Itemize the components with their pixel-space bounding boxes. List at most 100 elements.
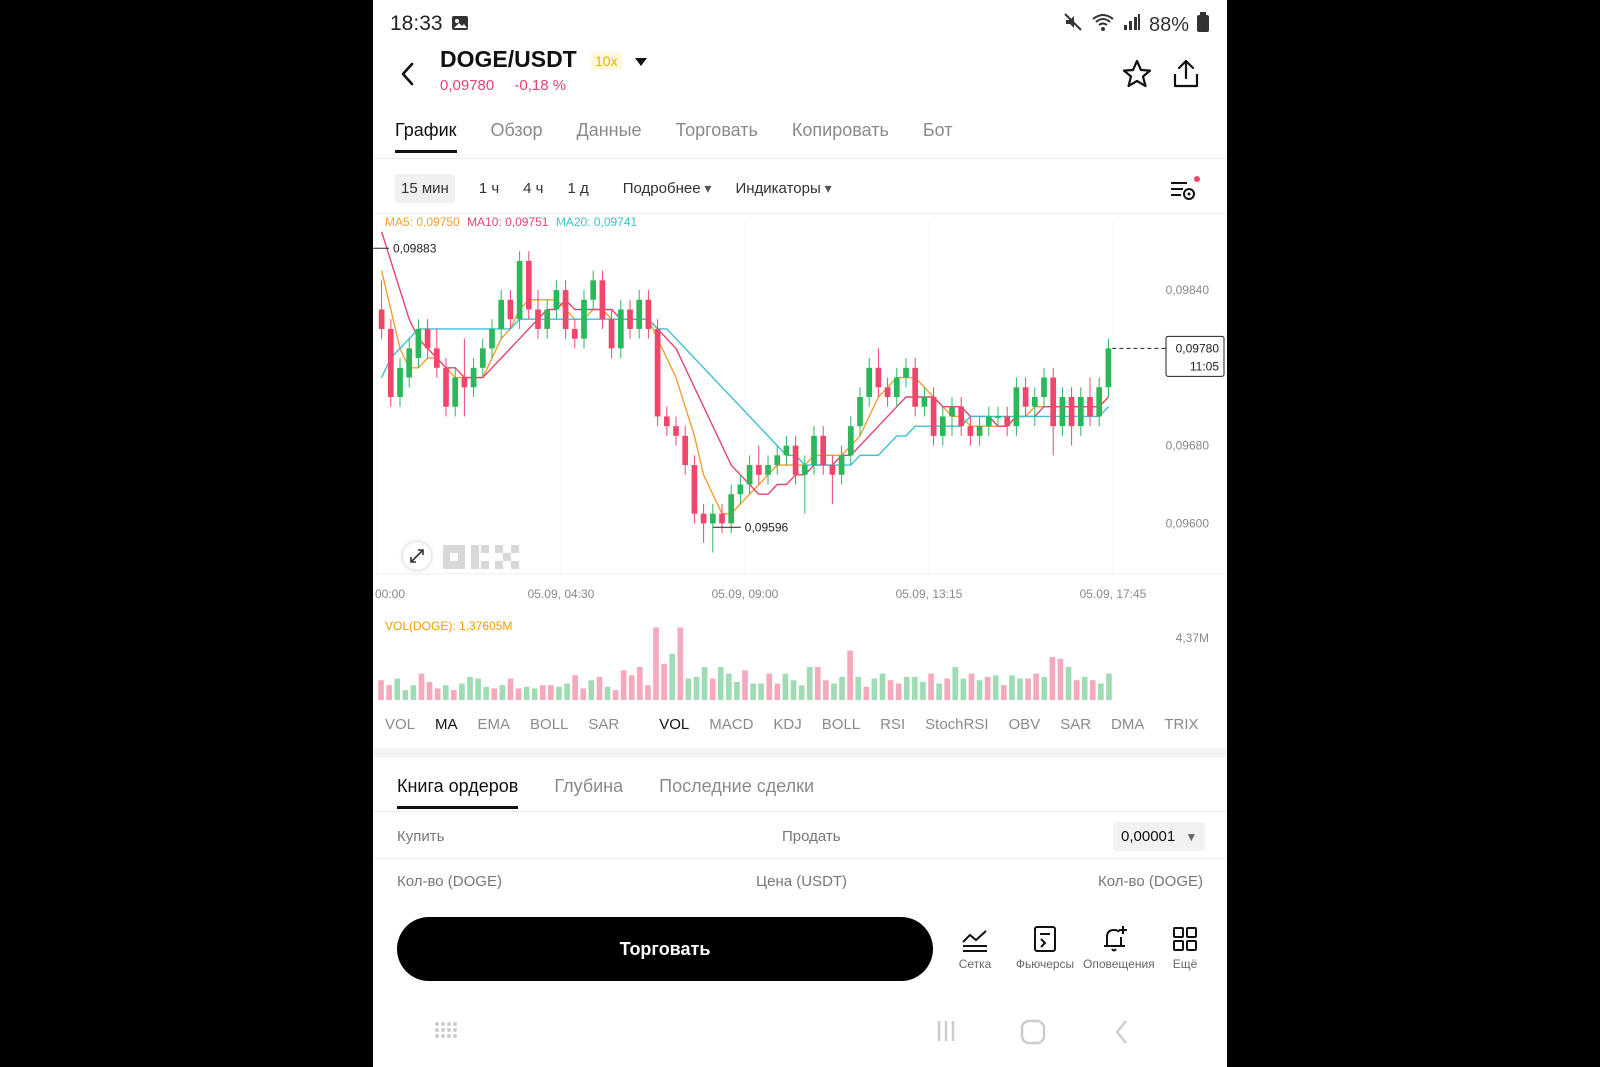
volume-bar <box>1025 678 1031 700</box>
tab-overview[interactable]: Обзор <box>491 120 543 141</box>
ind-sub-kdj[interactable]: KDJ <box>773 716 801 733</box>
tab-trade[interactable]: Торговать <box>676 120 758 141</box>
ind-sub-sar[interactable]: SAR <box>1060 716 1091 733</box>
tab-depth[interactable]: Глубина <box>554 776 623 797</box>
volume-bar <box>968 673 975 700</box>
volume-bar <box>515 688 522 700</box>
col-qty-left: Кол-во (DOGE) <box>397 873 502 890</box>
timeframe-1d[interactable]: 1 д <box>567 180 588 197</box>
tab-recent-trades[interactable]: Последние сделки <box>659 776 814 797</box>
more-label: Ещё <box>1172 957 1198 971</box>
chevron-down-icon: ▼ <box>1185 830 1198 844</box>
candle-body <box>443 367 449 407</box>
recent-apps-icon[interactable] <box>933 1018 959 1049</box>
grid-bot-button[interactable]: Сетка <box>943 924 1007 971</box>
volume-bar <box>839 676 845 700</box>
tab-chart[interactable]: График <box>395 120 457 153</box>
trade-button[interactable]: Торговать <box>397 917 933 981</box>
star-icon[interactable] <box>1121 58 1153 95</box>
volume-bar <box>936 683 942 700</box>
candle-body <box>985 416 992 427</box>
orderbook-divider <box>373 811 1227 812</box>
volume-bar <box>539 685 546 700</box>
futures-button[interactable]: Фьючерсы <box>1013 924 1077 971</box>
volume-chart[interactable]: 4,37M <box>373 612 1227 702</box>
orderbook-tabs: Книга ордеров Глубина Последние сделки <box>397 776 814 809</box>
candle-body <box>709 513 716 524</box>
app-drawer-icon[interactable] <box>433 1018 457 1047</box>
candle-body <box>893 377 900 397</box>
candle-body <box>1096 387 1103 417</box>
price-step-value: 0,00001 <box>1121 828 1176 845</box>
candle-body <box>1105 348 1112 388</box>
dropdown-icon[interactable] <box>634 54 648 72</box>
chart-settings-icon[interactable] <box>1169 176 1201 209</box>
tab-orderbook[interactable]: Книга ордеров <box>397 776 519 809</box>
indicators-dropdown[interactable]: Индикаторы <box>735 180 831 197</box>
ind-main-ma[interactable]: MA <box>435 716 458 733</box>
alerts-button[interactable]: Оповещения <box>1083 924 1155 971</box>
ind-main-vol[interactable]: VOL <box>385 716 415 733</box>
volume-bar <box>572 675 578 700</box>
alerts-label: Оповещения <box>1083 957 1155 971</box>
timeframe-4h[interactable]: 4 ч <box>523 180 543 197</box>
candle-body <box>433 348 440 368</box>
more-apps-icon <box>1173 927 1197 951</box>
back-icon[interactable] <box>397 60 419 93</box>
volume-bar <box>709 678 716 700</box>
volume-bar <box>548 685 554 700</box>
expand-chart-icon[interactable] <box>403 542 431 570</box>
ind-sub-stochrsi[interactable]: StochRSI <box>925 716 988 733</box>
ind-sub-vol[interactable]: VOL <box>659 716 689 733</box>
tab-bot[interactable]: Бот <box>923 120 953 141</box>
volume-bar <box>1089 680 1096 700</box>
timeframe-1h[interactable]: 1 ч <box>479 180 499 197</box>
volume-bar <box>863 686 870 700</box>
x-tick-label: 05.09, 17:45 <box>1080 587 1147 601</box>
volume-bar <box>386 685 392 700</box>
x-tick-label: 05.09, 13:15 <box>896 587 963 601</box>
candle-body <box>654 328 661 417</box>
more-dropdown[interactable]: Подробнее <box>623 180 712 197</box>
pair-title[interactable]: DOGE/USDT <box>440 46 577 73</box>
ind-sub-obv[interactable]: OBV <box>1009 716 1041 733</box>
more-button[interactable]: Ещё <box>1153 924 1217 971</box>
volume-bar <box>531 688 538 700</box>
nav-back-icon[interactable] <box>1111 1018 1133 1051</box>
ind-main-boll[interactable]: BOLL <box>530 716 568 733</box>
wifi-icon <box>1091 12 1115 38</box>
y-tick-label: 0,09680 <box>1166 439 1210 453</box>
volume-bar <box>960 678 967 700</box>
x-tick-label: 05.09, 04:30 <box>528 587 595 601</box>
ind-sub-trix[interactable]: TRIX <box>1164 716 1198 733</box>
ind-sub-boll[interactable]: BOLL <box>822 716 860 733</box>
candle-body <box>627 309 633 329</box>
volume-bar <box>1057 658 1064 700</box>
ind-sub-rsi[interactable]: RSI <box>880 716 905 733</box>
tab-data[interactable]: Данные <box>577 120 642 141</box>
ind-sub-dma[interactable]: DMA <box>1111 716 1144 733</box>
price-step-select[interactable]: 0,00001 ▼ <box>1113 822 1206 851</box>
volume-bar <box>645 685 651 700</box>
volume-bar <box>831 683 837 700</box>
price-change: -0,18 % <box>514 77 567 94</box>
candle-body <box>866 367 873 397</box>
candle-body <box>829 465 836 475</box>
home-icon[interactable] <box>1019 1018 1047 1051</box>
tab-copy[interactable]: Копировать <box>792 120 889 141</box>
share-icon[interactable] <box>1170 58 1202 95</box>
volume-bar <box>823 680 829 700</box>
candle-body <box>571 328 578 339</box>
candle-body <box>498 299 505 329</box>
volume-bar <box>798 685 805 700</box>
candle-body <box>783 445 790 456</box>
timeframe-15m[interactable]: 15 мин <box>395 174 455 203</box>
volume-bar <box>394 678 401 700</box>
candle-body <box>967 426 974 436</box>
candle-body <box>719 513 725 524</box>
y-tick-label: 0,09840 <box>1166 283 1210 297</box>
candle-body <box>774 455 781 466</box>
ind-main-ema[interactable]: EMA <box>478 716 511 733</box>
ind-sub-macd[interactable]: MACD <box>709 716 753 733</box>
ind-main-sar[interactable]: SAR <box>588 716 619 733</box>
